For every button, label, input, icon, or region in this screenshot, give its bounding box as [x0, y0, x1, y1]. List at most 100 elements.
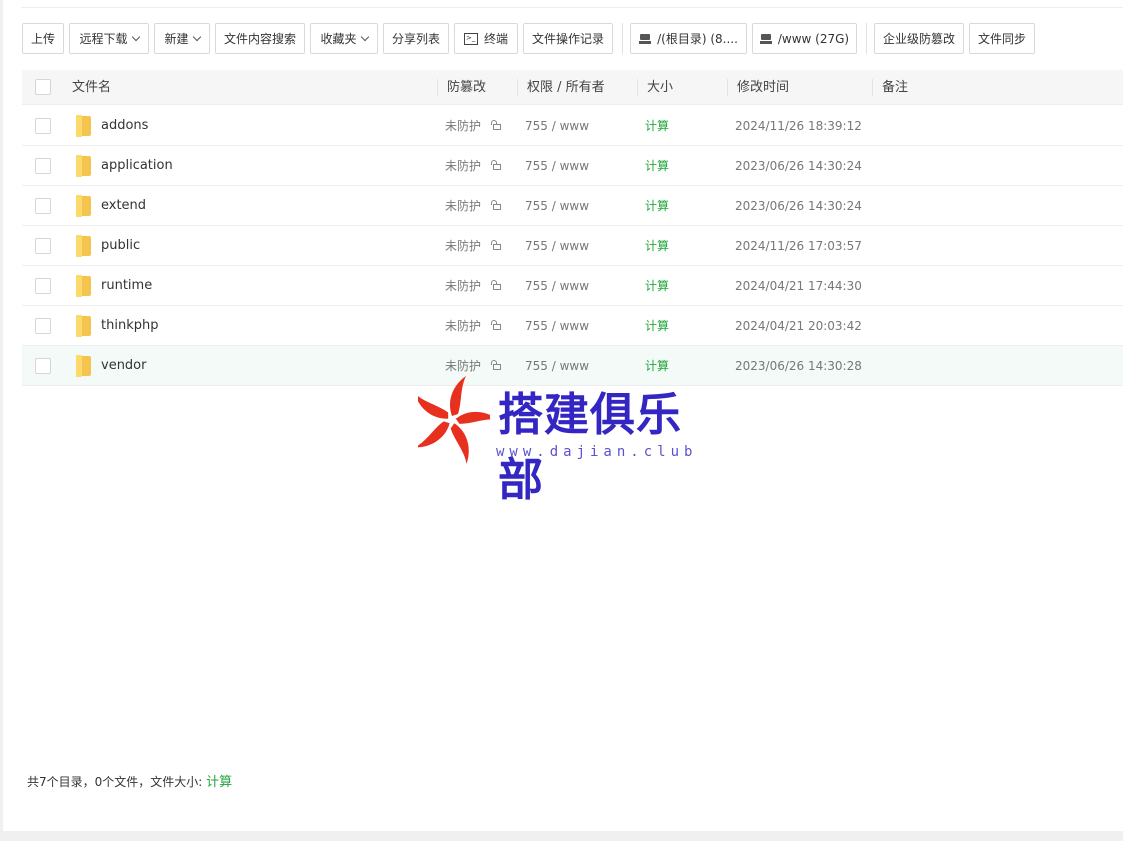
disk-root-label: /(根目录) (8.... — [657, 32, 738, 46]
row-checkbox[interactable] — [35, 358, 51, 374]
folder-icon — [76, 115, 93, 137]
modified-time: 2023/06/26 14:30:28 — [735, 359, 862, 373]
file-name[interactable]: runtime — [101, 266, 152, 306]
tamper-status[interactable]: 未防护 — [445, 266, 481, 306]
file-sync-label: 文件同步 — [977, 32, 1026, 46]
row-checkbox[interactable] — [35, 278, 51, 294]
column-header-note: 备注 — [882, 80, 909, 95]
tamper-status[interactable]: 未防护 — [445, 306, 481, 346]
column-header-name[interactable]: 文件名 — [72, 70, 111, 105]
pinwheel-logo-icon — [418, 376, 490, 464]
permission-owner[interactable]: 755 / www — [525, 226, 589, 266]
watermark-title: 搭建俱乐部 — [498, 388, 683, 506]
file-name[interactable]: application — [101, 146, 173, 186]
remote-download-label: 远程下载 — [79, 32, 128, 46]
modified-time: 2023/06/26 14:30:24 — [735, 159, 862, 173]
new-label: 新建 — [164, 32, 189, 46]
footer-calc-link[interactable]: 计算 — [206, 775, 232, 790]
chevron-down-icon — [360, 32, 369, 41]
column-header-permission[interactable]: 权限 / 所有者 — [527, 70, 605, 105]
file-name[interactable]: vendor — [101, 346, 146, 386]
size-calc-link[interactable]: 计算 — [645, 226, 669, 266]
disk-icon — [759, 33, 772, 44]
table-row[interactable]: application 未防护 755 / www 计算 2023/06/26 … — [22, 146, 1123, 186]
disk-www-button[interactable]: /www (27G) — [752, 23, 857, 54]
folder-icon — [76, 275, 93, 297]
upload-button[interactable]: 上传 — [22, 23, 64, 54]
permission-owner[interactable]: 755 / www — [525, 146, 589, 186]
row-checkbox[interactable] — [35, 198, 51, 214]
terminal-icon: >_ — [463, 32, 478, 45]
share-list-label: 分享列表 — [391, 32, 440, 46]
file-manager-panel: 上传 远程下载 新建 文件内容搜索 收藏夹 分享列表 >_ 终端 文件操作记录 /… — [3, 0, 1123, 831]
table-row[interactable]: public 未防护 755 / www 计算 2024/11/26 17:03… — [22, 226, 1123, 266]
column-divider — [727, 79, 728, 96]
unlock-icon[interactable] — [490, 160, 501, 170]
footer-summary: 共7个目录，0个文件，文件大小: 计算 — [27, 771, 232, 790]
tamper-status[interactable]: 未防护 — [445, 106, 481, 146]
disk-icon — [639, 33, 652, 44]
file-sync-button[interactable]: 文件同步 — [969, 23, 1035, 54]
table-row[interactable]: runtime 未防护 755 / www 计算 2024/04/21 17:4… — [22, 266, 1123, 306]
row-checkbox[interactable] — [35, 158, 51, 174]
folder-icon — [76, 155, 93, 177]
unlock-icon[interactable] — [490, 360, 501, 370]
table-row[interactable]: thinkphp 未防护 755 / www 计算 2024/04/21 20:… — [22, 306, 1123, 346]
modified-time: 2024/11/26 17:03:57 — [735, 239, 862, 253]
enterprise-tamper-button[interactable]: 企业级防篡改 — [874, 23, 964, 54]
content-search-label: 文件内容搜索 — [223, 32, 296, 46]
new-button[interactable]: 新建 — [154, 23, 210, 54]
modified-time: 2023/06/26 14:30:24 — [735, 199, 862, 213]
toolbar-separator — [622, 23, 623, 54]
file-name[interactable]: extend — [101, 186, 146, 226]
operation-log-label: 文件操作记录 — [531, 32, 604, 46]
watermark: 搭建俱乐部 www.dajian.club — [418, 374, 718, 506]
row-checkbox[interactable] — [35, 318, 51, 334]
tamper-status[interactable]: 未防护 — [445, 146, 481, 186]
unlock-icon[interactable] — [490, 240, 501, 250]
size-calc-link[interactable]: 计算 — [645, 146, 669, 186]
size-calc-link[interactable]: 计算 — [645, 306, 669, 346]
folder-icon — [76, 355, 93, 377]
unlock-icon[interactable] — [490, 320, 501, 330]
row-checkbox[interactable] — [35, 238, 51, 254]
column-divider — [437, 79, 438, 96]
permission-owner[interactable]: 755 / www — [525, 106, 589, 146]
tamper-status[interactable]: 未防护 — [445, 226, 481, 266]
remote-download-button[interactable]: 远程下载 — [69, 23, 149, 54]
column-header-size[interactable]: 大小 — [647, 70, 673, 105]
favorites-label: 收藏夹 — [320, 32, 357, 46]
column-divider — [872, 79, 873, 96]
toolbar-separator — [866, 23, 867, 54]
watermark-url: www.dajian.club — [496, 444, 698, 460]
table-row[interactable]: addons 未防护 755 / www 计算 2024/11/26 18:39… — [22, 106, 1123, 146]
size-calc-link[interactable]: 计算 — [645, 266, 669, 306]
terminal-button[interactable]: >_ 终端 — [454, 23, 518, 54]
file-name[interactable]: thinkphp — [101, 306, 158, 346]
tamper-status[interactable]: 未防护 — [445, 186, 481, 226]
file-name[interactable]: addons — [101, 106, 148, 146]
size-calc-link[interactable]: 计算 — [645, 106, 669, 146]
unlock-icon[interactable] — [490, 120, 501, 130]
unlock-icon[interactable] — [490, 280, 501, 290]
column-header-mtime[interactable]: 修改时间 — [737, 70, 789, 105]
disk-root-button[interactable]: /(根目录) (8.... — [630, 23, 747, 54]
select-all-checkbox[interactable] — [35, 79, 51, 95]
content-search-button[interactable]: 文件内容搜索 — [215, 23, 305, 54]
permission-owner[interactable]: 755 / www — [525, 186, 589, 226]
permission-owner[interactable]: 755 / www — [525, 306, 589, 346]
permission-owner[interactable]: 755 / www — [525, 266, 589, 306]
column-divider — [517, 79, 518, 96]
column-header-tamper[interactable]: 防篡改 — [447, 70, 486, 105]
favorites-button[interactable]: 收藏夹 — [310, 23, 378, 54]
table-header: 文件名 防篡改 权限 / 所有者 大小 修改时间 备注 — [22, 70, 1123, 105]
unlock-icon[interactable] — [490, 200, 501, 210]
disk-www-label: /www (27G) — [777, 31, 850, 46]
operation-log-button[interactable]: 文件操作记录 — [523, 23, 613, 54]
table-row[interactable]: extend 未防护 755 / www 计算 2023/06/26 14:30… — [22, 186, 1123, 226]
row-checkbox[interactable] — [35, 118, 51, 134]
footer-summary-text: 共7个目录，0个文件，文件大小: — [27, 775, 203, 789]
share-list-button[interactable]: 分享列表 — [383, 23, 449, 54]
size-calc-link[interactable]: 计算 — [645, 186, 669, 226]
file-name[interactable]: public — [101, 226, 140, 266]
